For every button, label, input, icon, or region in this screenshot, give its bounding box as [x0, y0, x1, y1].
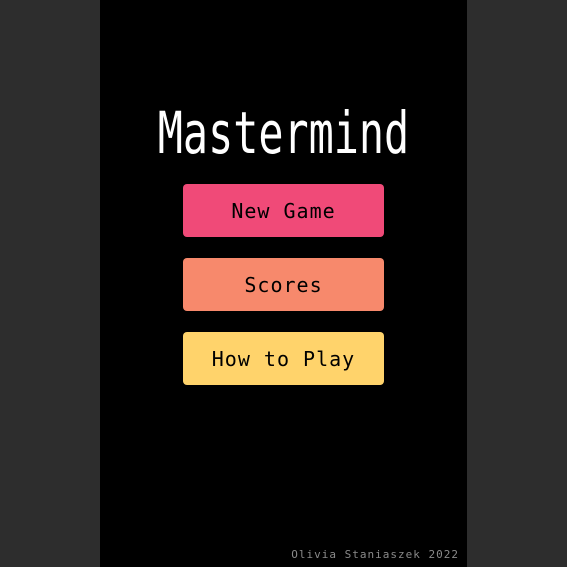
left-side-panel	[0, 0, 100, 567]
right-side-panel	[467, 0, 567, 567]
author-credit: Olivia Staniaszek 2022	[291, 548, 459, 561]
how-to-play-button[interactable]: How to Play	[183, 332, 384, 385]
game-title: Mastermind	[157, 99, 410, 167]
new-game-button[interactable]: New Game	[183, 184, 384, 237]
game-screen: Mastermind New Game Scores How to Play O…	[100, 0, 467, 567]
scores-button[interactable]: Scores	[183, 258, 384, 311]
